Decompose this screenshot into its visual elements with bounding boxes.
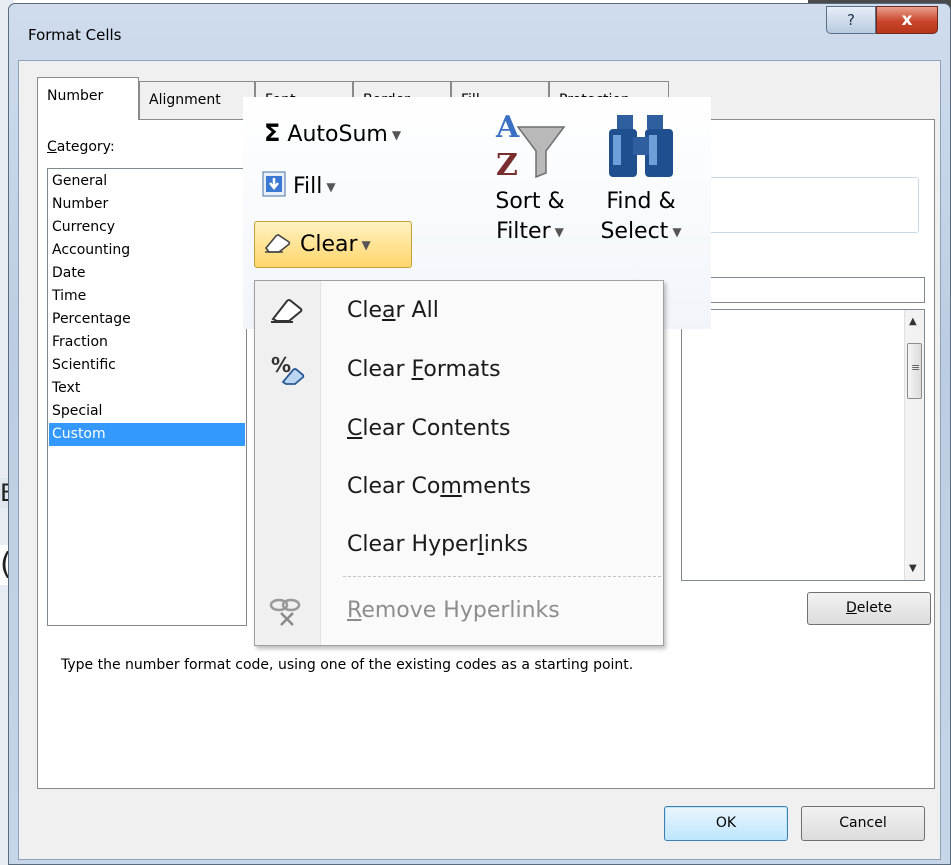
category-item-custom[interactable]: Custom [49,423,245,446]
type-input[interactable] [699,277,925,303]
grip-icon: ≡ [911,361,921,374]
menu-item-clear-contents[interactable]: Clear Contents [255,406,663,452]
menu-item-label: Clear Contents [347,416,511,441]
category-item-currency[interactable]: Currency [49,216,245,239]
menu-item-clear-formats[interactable]: % Clear Formats [255,347,663,393]
eraser-icon [271,299,303,323]
delete-button[interactable]: Delete [807,592,931,625]
menu-item-clear-comments[interactable]: Clear Comments [255,464,663,510]
scroll-down-icon[interactable]: ▼ [909,563,917,574]
tab-number-label: Number [47,88,104,104]
remove-hyperlink-icon [269,598,301,626]
sigma-icon: Σ [264,119,281,147]
format-code-listbox[interactable]: ▲ ≡ ▼ [681,309,925,581]
chevron-down-icon: ▼ [326,180,336,194]
svg-text:A: A [495,110,520,145]
clear-formats-icon: % [271,353,305,385]
autosum-button[interactable]: Σ AutoSum ▼ [264,116,401,150]
category-item-number[interactable]: Number [49,193,245,216]
format-list-scrollbar[interactable]: ▲ ≡ ▼ [904,310,924,580]
clear-button[interactable]: Clear ▼ [254,221,412,268]
binoculars-icon [609,115,673,177]
help-icon: ? [847,11,855,29]
category-item-general[interactable]: General [49,170,245,193]
ok-button[interactable]: OK [664,806,788,841]
sort-filter-label-line2: Filter [496,219,551,244]
dialog-title: Format Cells [28,26,122,44]
find-select-button[interactable]: Find & Select ▼ [586,107,696,247]
title-bar[interactable]: Format Cells ? x [9,4,950,62]
svg-text:%: % [271,353,291,377]
menu-separator [343,576,661,577]
menu-item-clear-all[interactable]: Clear All [255,288,663,334]
fill-down-icon [262,171,286,197]
chevron-down-icon: ▼ [672,225,682,239]
scroll-thumb[interactable]: ≡ [907,343,922,399]
category-item-percentage[interactable]: Percentage [49,308,245,331]
category-item-special[interactable]: Special [49,400,245,423]
menu-item-clear-hyperlinks[interactable]: Clear Hyperlinks [255,522,663,568]
fill-button[interactable]: Fill ▼ [262,170,336,204]
find-select-label-line1: Find & [606,189,676,214]
scroll-up-icon[interactable]: ▲ [909,316,917,327]
menu-item-label: Clear All [347,298,439,323]
chevron-down-icon: ▼ [361,237,371,252]
tab-alignment-label: Alignment [149,92,221,108]
sort-filter-button[interactable]: A Z Sort & Filter ▼ [475,107,585,247]
close-icon: x [901,10,913,30]
fill-label: Fill [293,174,323,199]
category-item-scientific[interactable]: Scientific [49,354,245,377]
menu-item-label: Remove Hyperlinks [347,598,560,623]
sort-filter-label-line1: Sort & [495,189,565,214]
menu-item-remove-hyperlinks[interactable]: Remove Hyperlinks [255,588,663,634]
tab-alignment[interactable]: Alignment [139,81,255,119]
autosum-label: AutoSum [287,122,388,147]
category-item-time[interactable]: Time [49,285,245,308]
category-item-accounting[interactable]: Accounting [49,239,245,262]
tab-number[interactable]: Number [37,77,139,120]
help-button[interactable]: ? [826,6,876,34]
menu-item-label: Clear Comments [347,474,531,499]
chevron-down-icon: ▼ [554,225,564,239]
clear-dropdown-menu: Clear All % Clear Formats Clear Contents… [254,280,664,646]
category-item-date[interactable]: Date [49,262,245,285]
sort-filter-icon: A Z [495,110,566,183]
sample-box [699,177,919,233]
category-listbox[interactable]: General Number Currency Accounting Date … [47,168,247,626]
eraser-icon [264,234,291,253]
menu-item-label: Clear Formats [347,357,501,382]
cancel-button[interactable]: Cancel [801,806,925,841]
menu-item-label: Clear Hyperlinks [347,532,529,557]
find-select-label-line2: Select [600,219,669,244]
svg-text:Z: Z [496,148,518,183]
chevron-down-icon: ▼ [391,128,402,142]
category-item-fraction[interactable]: Fraction [49,331,245,354]
format-hint-text: Type the number format code, using one o… [61,657,634,673]
clear-label: Clear [300,232,358,257]
category-item-text[interactable]: Text [49,377,245,400]
category-label: Category: [47,139,115,155]
close-button[interactable]: x [876,6,938,34]
